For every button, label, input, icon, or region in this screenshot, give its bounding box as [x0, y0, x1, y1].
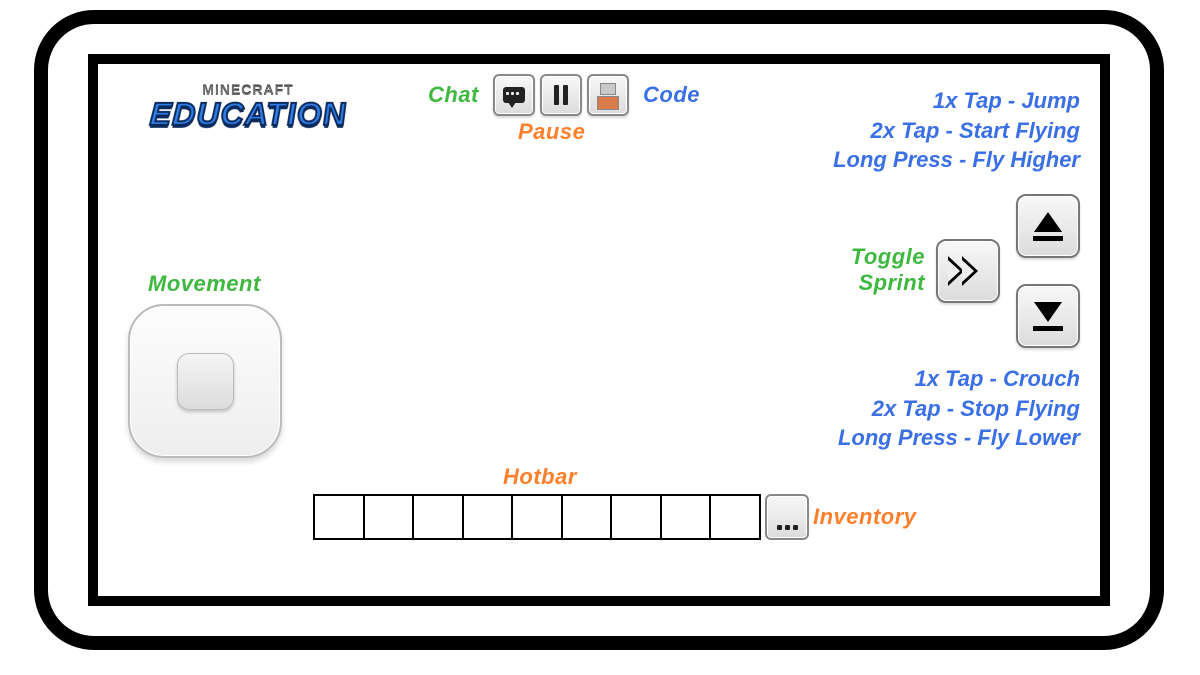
- instr-line: 2x Tap - Stop Flying: [838, 394, 1080, 424]
- code-label: Code: [643, 82, 700, 108]
- toggle-sprint-label: Toggle Sprint: [851, 244, 925, 297]
- movement-joystick[interactable]: [128, 304, 282, 458]
- hotbar-slot[interactable]: [511, 494, 563, 540]
- instr-line: 1x Tap - Crouch: [838, 364, 1080, 394]
- toggle-sprint-line2: Sprint: [851, 270, 925, 296]
- instr-line: 2x Tap - Start Flying: [833, 116, 1080, 146]
- arrow-down-icon: [1033, 302, 1063, 331]
- agent-icon: [597, 83, 619, 107]
- toggle-sprint-button[interactable]: [936, 239, 1000, 303]
- hotbar: [313, 494, 809, 540]
- minecraft-education-logo: MINECRAFT EDUCATION: [128, 82, 368, 133]
- chat-button[interactable]: [493, 74, 535, 116]
- tablet-frame: MINECRAFT EDUCATION Chat Code Pause 1x T…: [34, 10, 1164, 650]
- instr-line: 1x Tap - Jump: [833, 86, 1080, 116]
- hotbar-slot[interactable]: [313, 494, 365, 540]
- chat-label: Chat: [428, 82, 479, 108]
- pause-button[interactable]: [540, 74, 582, 116]
- down-button-instructions: 1x Tap - Crouch 2x Tap - Stop Flying Lon…: [838, 364, 1080, 453]
- instr-line: Long Press - Fly Higher: [833, 145, 1080, 175]
- inventory-button[interactable]: [765, 494, 809, 540]
- logo-main-text: EDUCATION: [148, 97, 347, 133]
- joystick-thumb: [177, 353, 234, 410]
- toggle-sprint-line1: Toggle: [851, 244, 925, 270]
- code-button[interactable]: [587, 74, 629, 116]
- up-button-instructions: 1x Tap - Jump 2x Tap - Start Flying Long…: [833, 86, 1080, 175]
- hotbar-slot[interactable]: [363, 494, 415, 540]
- hotbar-label: Hotbar: [503, 464, 577, 490]
- hotbar-slot[interactable]: [462, 494, 514, 540]
- instr-line: Long Press - Fly Lower: [838, 423, 1080, 453]
- hotbar-slot[interactable]: [610, 494, 662, 540]
- arrow-up-icon: [1033, 212, 1063, 241]
- hotbar-slot[interactable]: [709, 494, 761, 540]
- pause-icon: [554, 85, 568, 105]
- pause-label: Pause: [518, 119, 585, 145]
- double-chevron-icon: [948, 256, 988, 286]
- fly-down-button[interactable]: [1016, 284, 1080, 348]
- hotbar-slot[interactable]: [412, 494, 464, 540]
- hotbar-slot[interactable]: [561, 494, 613, 540]
- screen-area: MINECRAFT EDUCATION Chat Code Pause 1x T…: [88, 54, 1110, 606]
- speech-bubble-icon: [503, 87, 525, 103]
- inventory-label: Inventory: [813, 504, 917, 530]
- ellipsis-icon: [777, 525, 798, 530]
- movement-label: Movement: [148, 271, 261, 297]
- logo-top-text: MINECRAFT: [128, 82, 368, 98]
- fly-up-button[interactable]: [1016, 194, 1080, 258]
- hotbar-slot[interactable]: [660, 494, 712, 540]
